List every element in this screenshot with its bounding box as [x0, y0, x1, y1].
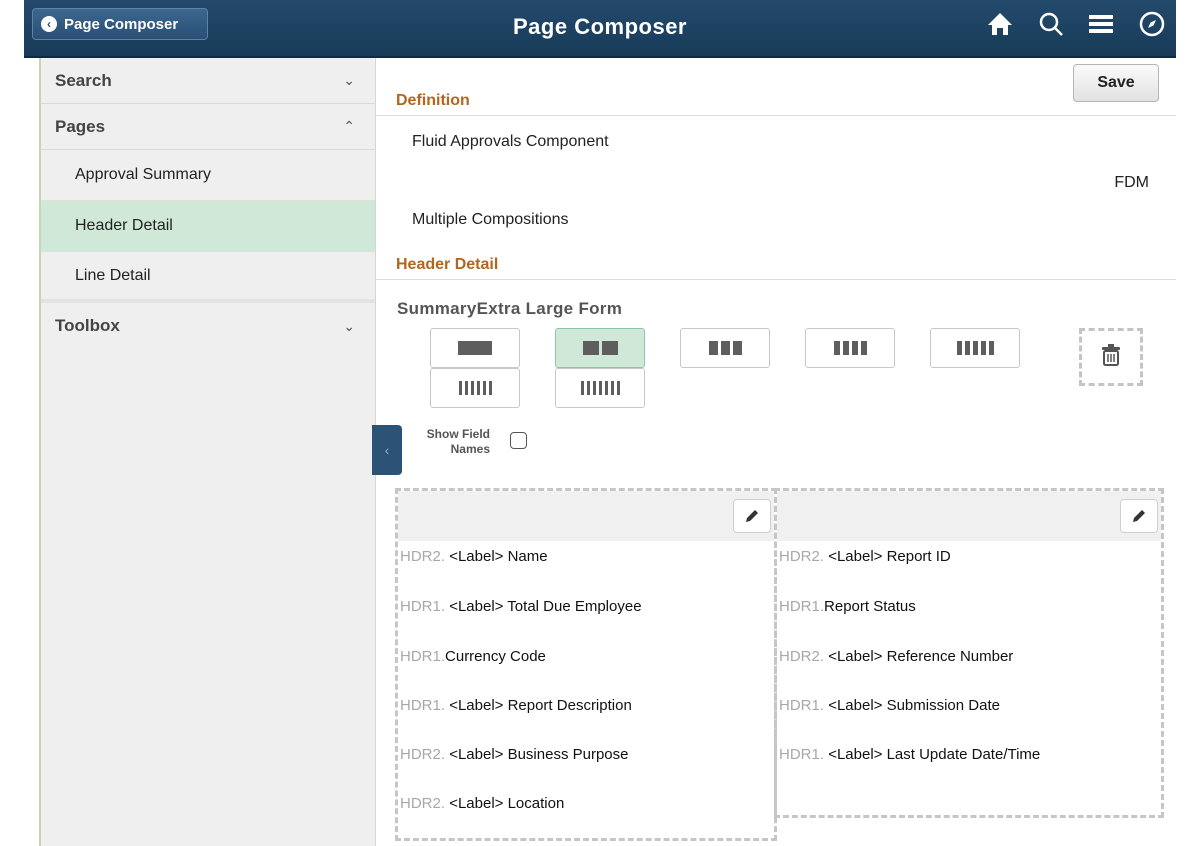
column-2-header — [777, 491, 1161, 541]
edit-column-2-button[interactable] — [1120, 499, 1158, 533]
chevron-down-icon: ⌄ — [343, 72, 355, 88]
field-item[interactable]: HDR2. <Label> Location — [400, 795, 564, 812]
collapse-sidebar-tab[interactable]: ‹ — [372, 425, 402, 475]
sidebar-item-label: Line Detail — [75, 266, 151, 284]
banner-actions — [986, 10, 1166, 38]
chevron-down-icon: ⌄ — [343, 317, 355, 334]
toolbox-accordion-label: Toolbox — [55, 316, 120, 335]
chevron-up-icon: ⌃ — [343, 118, 355, 134]
field-item[interactable]: HDR1. <Label> Report Description — [400, 697, 632, 714]
toolbox-accordion[interactable]: Toolbox ⌄ — [41, 303, 375, 349]
field-item[interactable]: HDR1. <Label> Submission Date — [779, 697, 1000, 714]
field-item[interactable]: HDR2. <Label> Reference Number — [779, 648, 1013, 665]
field-item[interactable]: HDR1. <Label> Last Update Date/Time — [779, 746, 1040, 763]
pencil-icon — [746, 510, 758, 522]
field-item[interactable]: HDR1. <Label> Total Due Employee — [400, 598, 642, 615]
delete-drop-zone[interactable] — [1079, 328, 1143, 386]
section-divider — [376, 279, 1176, 280]
layout-2-column-button[interactable] — [555, 328, 645, 368]
sidebar-item-header-detail[interactable]: Header Detail — [41, 201, 375, 252]
field-item[interactable]: HDR2. <Label> Name — [400, 548, 548, 565]
search-icon[interactable] — [1038, 11, 1064, 37]
save-button[interactable]: Save — [1073, 64, 1159, 102]
top-banner: ‹ Page Composer Page Composer — [24, 0, 1176, 58]
component-name: Fluid Approvals Component — [412, 133, 609, 150]
layout-5-column-button[interactable] — [930, 328, 1020, 368]
show-field-names-checkbox[interactable] — [510, 432, 527, 449]
field-item[interactable]: HDR1.Currency Code — [400, 648, 546, 665]
sidebar: Search ⌄ Pages ⌃ Approval Summary Header… — [24, 58, 376, 846]
component-code: FDM — [1114, 174, 1149, 191]
compositions-label: Multiple Compositions — [412, 211, 569, 228]
sidebar-item-line-detail[interactable]: Line Detail — [41, 252, 375, 303]
layout-6-column-button[interactable] — [430, 368, 520, 408]
layout-4-column-button[interactable] — [805, 328, 895, 368]
form-title: SummaryExtra Large Form — [397, 299, 623, 318]
menu-icon[interactable] — [1088, 12, 1114, 36]
field-item[interactable]: HDR2. <Label> Business Purpose — [400, 746, 628, 763]
field-item[interactable]: HDR1.Report Status — [779, 598, 916, 615]
main-content: Save Definition Fluid Approvals Componen… — [372, 58, 1176, 846]
layout-3-column-button[interactable] — [680, 328, 770, 368]
definition-section-title: Definition — [396, 92, 470, 109]
sidebar-item-label: Approval Summary — [75, 166, 212, 183]
layout-7-column-button[interactable] — [555, 368, 645, 408]
header-detail-section-title: Header Detail — [396, 256, 499, 273]
layout-1-column-button[interactable] — [430, 328, 520, 368]
column-1-drop-zone[interactable]: HDR2. <Label> Name HDR1. <Label> Total D… — [395, 488, 777, 841]
pages-accordion-label: Pages — [55, 116, 106, 136]
field-item[interactable]: HDR2. <Label> Report ID — [779, 548, 951, 565]
pencil-icon — [1133, 510, 1145, 522]
home-icon[interactable] — [986, 11, 1014, 37]
sidebar-item-approval-summary[interactable]: Approval Summary — [41, 150, 375, 201]
trash-icon — [1099, 343, 1123, 372]
column-1-header — [398, 491, 774, 541]
show-field-names-label: Show Field Names — [426, 427, 490, 456]
edit-column-1-button[interactable] — [733, 499, 771, 533]
search-accordion[interactable]: Search ⌄ — [41, 58, 375, 104]
search-accordion-label: Search — [55, 70, 112, 90]
column-2-drop-zone[interactable]: HDR2. <Label> Report ID HDR1.Report Stat… — [774, 488, 1164, 818]
compass-icon[interactable] — [1138, 10, 1166, 38]
sidebar-item-label: Header Detail — [75, 217, 173, 234]
section-divider — [376, 115, 1176, 116]
pages-accordion[interactable]: Pages ⌃ — [41, 104, 375, 150]
